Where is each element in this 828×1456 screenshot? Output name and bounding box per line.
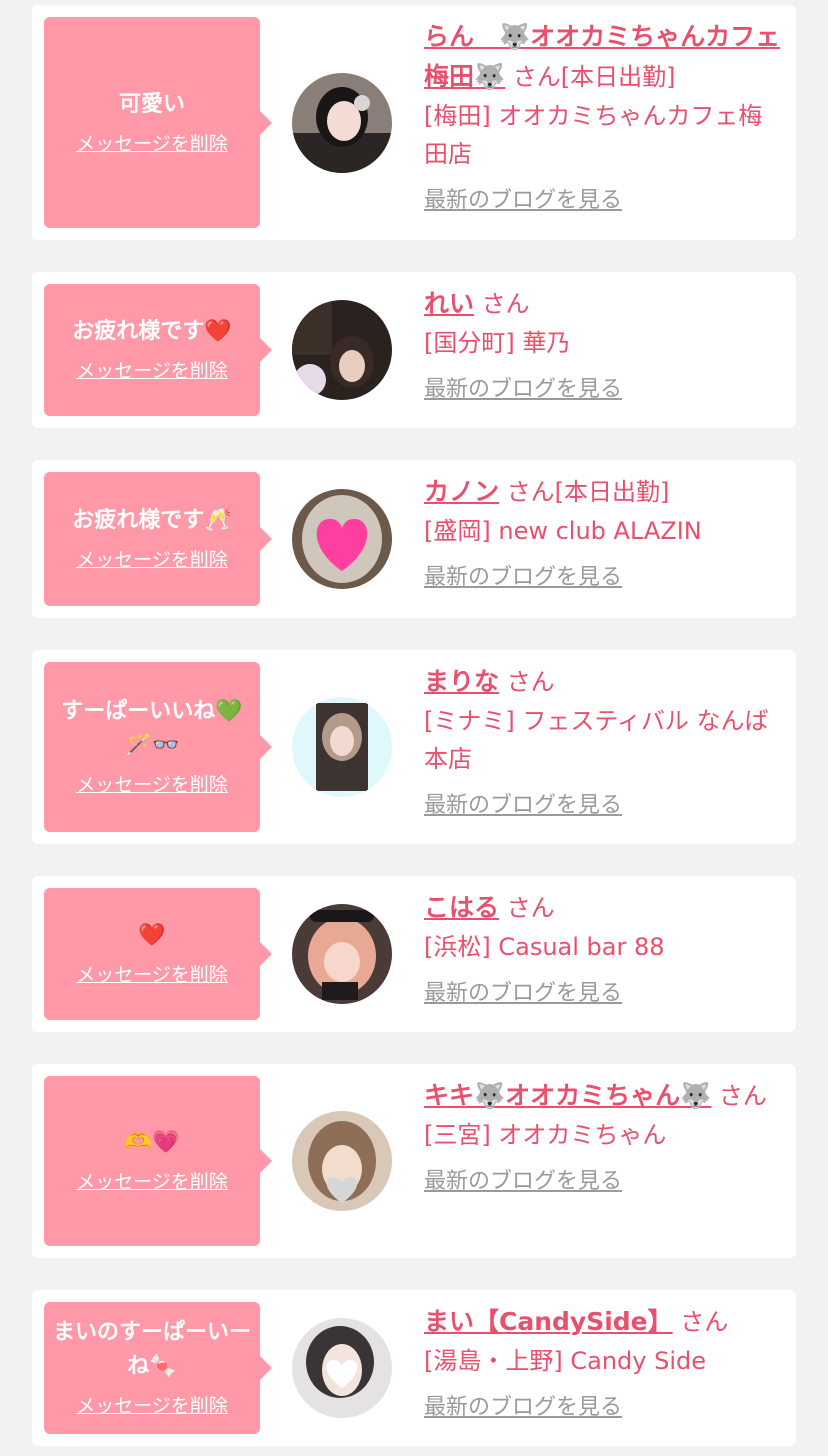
cast-name-link[interactable]: まりな xyxy=(424,667,499,696)
cast-info: らん 🐺オオカミちゃんカフェ梅田🐺 さん[本日出勤] [梅田] オオカミちゃんカ… xyxy=(424,17,784,219)
message-bubble: お疲れ様です🥂 メッセージを削除 xyxy=(44,472,272,606)
honorific: さん xyxy=(680,1308,729,1336)
cast-info: こはる さん [浜松] Casual bar 88 最新のブログを見る xyxy=(424,888,784,1012)
attendance-status: [本日出勤] xyxy=(554,478,670,506)
message-bubble: すーぱーいいね💚🪄👓 メッセージを削除 xyxy=(44,662,272,832)
avatar[interactable] xyxy=(292,489,392,589)
latest-blog-link[interactable]: 最新のブログを見る xyxy=(424,976,622,1012)
latest-blog-link[interactable]: 最新のブログを見る xyxy=(424,1390,622,1426)
delete-message-link[interactable]: メッセージを削除 xyxy=(76,771,228,799)
shop-info: [国分町] 華乃 xyxy=(424,329,571,357)
cast-name-link[interactable]: まい【CandySide】 xyxy=(424,1307,673,1336)
message-text: 可愛い xyxy=(118,91,185,117)
avatar[interactable] xyxy=(292,904,392,1004)
latest-blog-link[interactable]: 最新のブログを見る xyxy=(424,788,622,824)
honorific: さん xyxy=(481,290,530,318)
cast-info: キキ🐺オオカミちゃん🐺 さん [三宮] オオカミちゃん 最新のブログを見る xyxy=(424,1076,784,1200)
shop-info: [ミナミ] フェスティバル なんば本店 xyxy=(424,707,769,773)
delete-message-link[interactable]: メッセージを削除 xyxy=(76,1392,228,1420)
message-card: まいのすーぱーいーね🍬 メッセージを削除 まい【CandySide】 さん [湯… xyxy=(32,1290,796,1446)
delete-message-link[interactable]: メッセージを削除 xyxy=(76,961,228,989)
shop-info: [三宮] オオカミちゃん xyxy=(424,1121,667,1149)
cast-name-link[interactable]: キキ🐺オオカミちゃん🐺 xyxy=(424,1081,711,1110)
message-text: お疲れ様です❤️ xyxy=(72,319,232,344)
avatar[interactable] xyxy=(292,697,392,797)
delete-message-link[interactable]: メッセージを削除 xyxy=(76,357,228,385)
message-text: すーぱーいいね💚🪄👓 xyxy=(61,699,243,758)
message-bubble: ❤️ メッセージを削除 xyxy=(44,888,272,1020)
honorific: さん xyxy=(506,668,555,696)
delete-message-link[interactable]: メッセージを削除 xyxy=(76,1168,228,1196)
message-bubble: 可愛い メッセージを削除 xyxy=(44,17,272,228)
cast-info: まい【CandySide】 さん [湯島・上野] Candy Side 最新のブ… xyxy=(424,1302,784,1426)
message-text: お疲れ様です🥂 xyxy=(72,508,232,533)
latest-blog-link[interactable]: 最新のブログを見る xyxy=(424,372,622,408)
cast-name-link[interactable]: カノン xyxy=(424,477,499,506)
honorific: さん xyxy=(512,63,561,91)
honorific: さん xyxy=(718,1082,767,1110)
latest-blog-link[interactable]: 最新のブログを見る xyxy=(424,183,622,219)
message-card: ❤️ メッセージを削除 こはる さん [浜松] Casual bar 88 最新… xyxy=(32,876,796,1032)
message-text: 🫶💗 xyxy=(124,1130,180,1155)
avatar[interactable] xyxy=(292,1111,392,1211)
message-bubble: お疲れ様です❤️ メッセージを削除 xyxy=(44,284,272,416)
message-bubble: まいのすーぱーいーね🍬 メッセージを削除 xyxy=(44,1302,272,1434)
shop-info: [盛岡] new club ALAZIN xyxy=(424,517,702,545)
cast-info: まりな さん [ミナミ] フェスティバル なんば本店 最新のブログを見る xyxy=(424,662,784,824)
latest-blog-link[interactable]: 最新のブログを見る xyxy=(424,1164,622,1200)
cast-name-link[interactable]: れい xyxy=(424,289,474,318)
honorific: さん xyxy=(506,894,555,922)
message-text: ❤️ xyxy=(138,923,166,948)
message-bubble: 🫶💗 メッセージを削除 xyxy=(44,1076,272,1246)
message-card: 🫶💗 メッセージを削除 キキ🐺オオカミちゃん🐺 さん [三宮] オオカミちゃん … xyxy=(32,1064,796,1258)
message-card: 可愛い メッセージを削除 らん 🐺オオカミちゃんカフェ梅田🐺 さん[本日出勤] … xyxy=(32,5,796,240)
message-card: すーぱーいいね💚🪄👓 メッセージを削除 まりな さん [ミナミ] フェスティバル… xyxy=(32,650,796,844)
message-card: お疲れ様です❤️ メッセージを削除 れい さん [国分町] 華乃 最新のブログを… xyxy=(32,272,796,428)
message-text: まいのすーぱーいーね🍬 xyxy=(52,1320,251,1379)
shop-info: [湯島・上野] Candy Side xyxy=(424,1347,706,1375)
latest-blog-link[interactable]: 最新のブログを見る xyxy=(424,560,622,596)
shop-info: [梅田] オオカミちゃんカフェ梅田店 xyxy=(424,102,763,168)
delete-message-link[interactable]: メッセージを削除 xyxy=(76,546,228,574)
honorific: さん xyxy=(506,478,555,506)
shop-info: [浜松] Casual bar 88 xyxy=(424,933,665,961)
avatar[interactable] xyxy=(292,300,392,400)
message-card: お疲れ様です🥂 メッセージを削除 カノン さん[本日出勤] [盛岡] new c… xyxy=(32,460,796,618)
avatar[interactable] xyxy=(292,1318,392,1418)
cast-info: れい さん [国分町] 華乃 最新のブログを見る xyxy=(424,284,784,408)
avatar[interactable] xyxy=(292,73,392,173)
cast-name-link[interactable]: こはる xyxy=(424,893,499,922)
attendance-status: [本日出勤] xyxy=(560,63,676,91)
cast-info: カノン さん[本日出勤] [盛岡] new club ALAZIN 最新のブログ… xyxy=(424,472,784,596)
delete-message-link[interactable]: メッセージを削除 xyxy=(76,130,228,158)
